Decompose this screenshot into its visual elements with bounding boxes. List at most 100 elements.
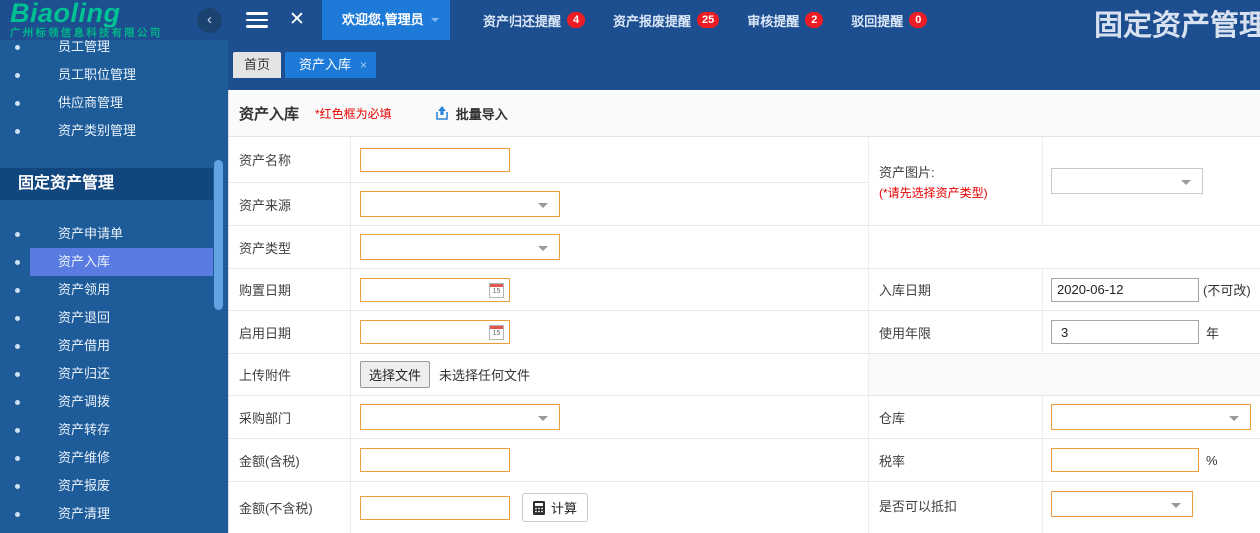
sidebar-item-asset-repair[interactable]: 资产维修 [0, 444, 228, 472]
warehouse-select[interactable] [1051, 404, 1251, 430]
tab-asset-inbound[interactable]: 资产入库 × [285, 52, 376, 78]
welcome-user-button[interactable]: 欢迎您,管理员 [322, 0, 450, 40]
sidebar-assets-menu: 资产申请单 资产入库 资产领用 资产退回 资产借用 资产归还 资产调拨 资产转存… [0, 200, 228, 528]
empty-cell [869, 226, 1260, 268]
chevron-down-icon [1181, 180, 1191, 190]
calculator-icon [533, 501, 545, 515]
notif-label: 审核提醒 [747, 11, 799, 30]
inbound-date-input[interactable] [1051, 278, 1199, 302]
tax-rate-input[interactable] [1051, 448, 1199, 472]
form-row: 金额(含税) 税率 % [229, 439, 1260, 482]
chevron-down-icon [1171, 503, 1181, 513]
brand-subtitle: 广州标领信息科技有限公司 [10, 28, 162, 39]
form-row: 购置日期 15 入库日期 (不可改) [229, 269, 1260, 311]
chevron-down-icon [538, 416, 548, 426]
notif-count-badge: 4 [567, 12, 585, 28]
calendar-icon[interactable]: 15 [489, 283, 504, 298]
deductible-select[interactable] [1051, 491, 1193, 517]
sidebar-item-asset-category-mgmt[interactable]: 资产类别管理 [0, 117, 228, 145]
sidebar-item-asset-store[interactable]: 资产转存 [0, 416, 228, 444]
sidebar-collapse-button[interactable]: ‹ [197, 8, 222, 33]
calculate-button[interactable]: 计算 [522, 493, 588, 522]
required-note: *红色框为必填 [315, 105, 392, 122]
asset-type-label: 资产类型 [229, 226, 351, 268]
notif-reject[interactable]: 驳回提醒 0 [851, 11, 927, 30]
brand-name: Biaoling [10, 0, 162, 27]
bulk-import-button[interactable]: 批量导入 [434, 104, 508, 123]
useful-life-suffix: 年 [1206, 323, 1219, 342]
chevron-down-icon [538, 246, 548, 256]
tab-close-icon[interactable]: × [360, 52, 367, 78]
close-icon[interactable]: ✕ [289, 8, 305, 31]
asset-image-label: 资产图片: [879, 162, 935, 181]
notif-count-badge: 25 [697, 12, 719, 28]
welcome-user-label: 欢迎您,管理员 [342, 12, 424, 27]
sidebar-item-asset-inbound[interactable]: 资产入库 [0, 248, 228, 276]
asset-inbound-form: 资产名称 资产来源 资产图片: (*请先选择资产类型) 资产类型 [229, 137, 1260, 533]
tax-rate-label: 税率 [869, 439, 1043, 481]
chevron-down-icon [538, 203, 548, 213]
sidebar-item-employee-position-mgmt[interactable]: 员工职位管理 [0, 61, 228, 89]
attachment-label: 上传附件 [229, 354, 351, 395]
asset-name-label: 资产名称 [229, 137, 351, 182]
form-row: 上传附件 选择文件 未选择任何文件 [229, 354, 1260, 396]
no-file-selected-text: 未选择任何文件 [439, 365, 530, 384]
amount-without-tax-label: 金额(不含税) [229, 482, 351, 533]
useful-life-input[interactable] [1051, 320, 1199, 344]
sidebar-item-asset-giveback[interactable]: 资产归还 [0, 360, 228, 388]
warehouse-label: 仓库 [869, 396, 1043, 438]
form-row: 采购部门 仓库 [229, 396, 1260, 439]
start-date-input[interactable] [360, 320, 510, 344]
notif-asset-return[interactable]: 资产归还提醒 4 [483, 11, 585, 30]
tax-rate-suffix: % [1206, 453, 1218, 468]
notif-audit[interactable]: 审核提醒 2 [747, 11, 823, 30]
notif-label: 资产归还提醒 [483, 11, 561, 30]
sidebar-item-asset-cleanup[interactable]: 资产清理 [0, 500, 228, 528]
start-date-label: 启用日期 [229, 311, 351, 353]
sidebar: 员工管理 员工职位管理 供应商管理 资产类别管理 固定资产管理 资产申请单 资产… [0, 0, 228, 533]
company-logo: Biaoling 广州标领信息科技有限公司 [10, 0, 162, 39]
inbound-date-suffix: (不可改) [1203, 280, 1251, 299]
calendar-icon[interactable]: 15 [489, 325, 504, 340]
empty-cell [869, 354, 1260, 395]
purchase-date-input[interactable] [360, 278, 510, 302]
sidebar-item-asset-return-stock[interactable]: 资产退回 [0, 304, 228, 332]
asset-name-input[interactable] [360, 148, 510, 172]
sidebar-item-asset-request[interactable]: 资产申请单 [0, 220, 228, 248]
sidebar-item-asset-issue[interactable]: 资产领用 [0, 276, 228, 304]
app-window: 欢迎您,管理员 资产归还提醒 4 资产报废提醒 25 审核提醒 2 驳回提醒 0… [0, 0, 1260, 533]
notif-count-badge: 2 [805, 12, 823, 28]
chevron-down-icon [431, 18, 439, 26]
sidebar-item-asset-scrap[interactable]: 资产报废 [0, 472, 228, 500]
chevron-down-icon [1229, 416, 1239, 426]
purchase-dept-select[interactable] [360, 404, 560, 430]
sidebar-section-fixed-assets[interactable]: 固定资产管理 [0, 168, 213, 200]
sidebar-item-asset-borrow[interactable]: 资产借用 [0, 332, 228, 360]
notif-asset-scrap[interactable]: 资产报废提醒 25 [613, 11, 719, 30]
purchase-dept-label: 采购部门 [229, 396, 351, 438]
main-content: 资产入库 *红色框为必填 批量导入 资产名称 资产来源 [228, 90, 1260, 533]
useful-life-label: 使用年限 [869, 311, 1043, 353]
notif-count-badge: 0 [909, 12, 927, 28]
asset-image-select[interactable] [1051, 168, 1203, 194]
app-title: 固定资产管理 [1094, 2, 1260, 44]
form-row: 资产名称 资产来源 资产图片: (*请先选择资产类型) [229, 137, 1260, 226]
sidebar-item-supplier-mgmt[interactable]: 供应商管理 [0, 89, 228, 117]
notif-label: 驳回提醒 [851, 11, 903, 30]
sidebar-item-asset-transfer[interactable]: 资产调拨 [0, 388, 228, 416]
choose-file-button[interactable]: 选择文件 [360, 361, 430, 388]
asset-type-select[interactable] [360, 234, 560, 260]
amount-with-tax-label: 金额(含税) [229, 439, 351, 481]
asset-image-label-cell: 资产图片: (*请先选择资产类型) [869, 137, 1043, 225]
tab-strip: 首页 资产入库 × [228, 40, 1260, 90]
chevron-left-icon: ‹ [207, 11, 212, 28]
asset-source-select[interactable] [360, 191, 560, 217]
deductible-label: 是否可以抵扣 [869, 482, 1043, 533]
menu-icon[interactable] [246, 12, 268, 28]
tab-home[interactable]: 首页 [233, 52, 281, 78]
amount-without-tax-input[interactable] [360, 496, 510, 520]
purchase-date-label: 购置日期 [229, 269, 351, 310]
inbound-date-label: 入库日期 [869, 269, 1043, 310]
notification-bar: 资产归还提醒 4 资产报废提醒 25 审核提醒 2 驳回提醒 0 [483, 0, 927, 40]
amount-with-tax-input[interactable] [360, 448, 510, 472]
